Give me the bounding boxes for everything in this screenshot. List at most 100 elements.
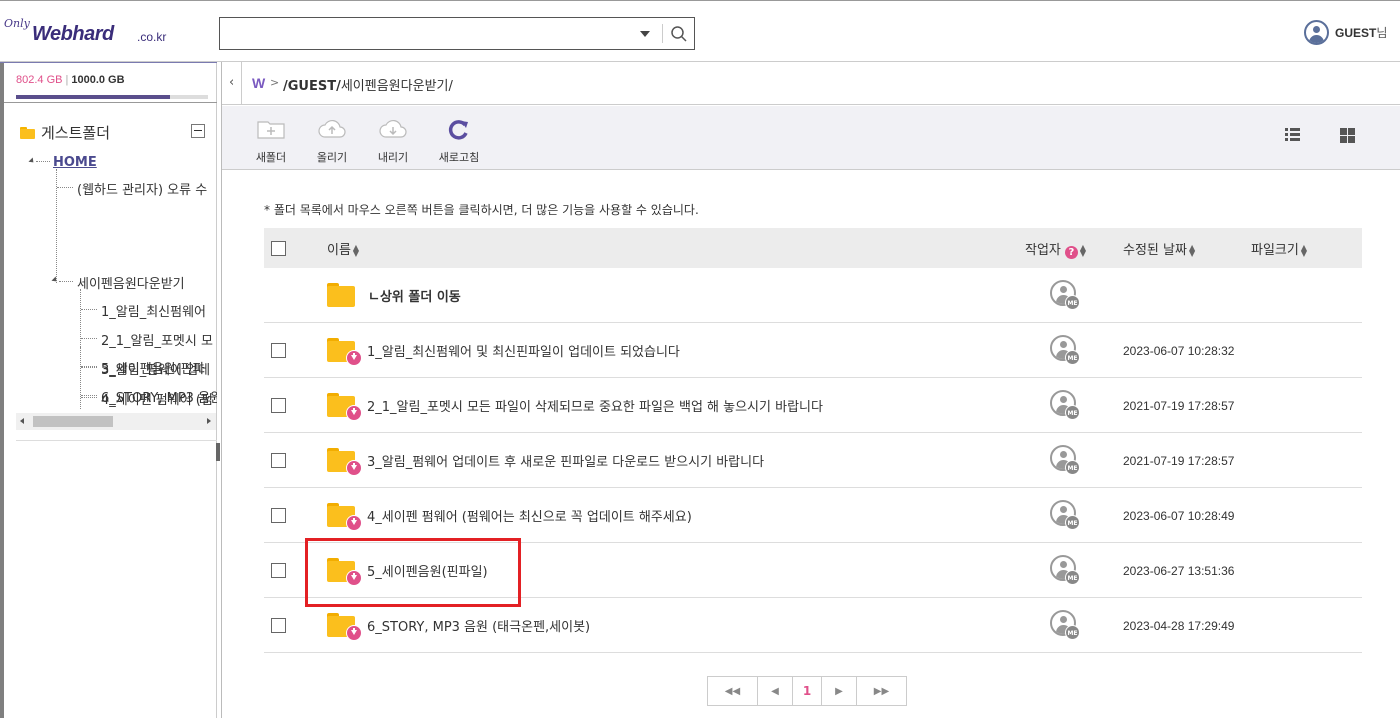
tree-title-label: 게스트폴더: [41, 124, 111, 142]
select-all-checkbox[interactable]: [271, 241, 286, 256]
download-folder-icon: [327, 338, 362, 366]
folder-name[interactable]: 6_STORY, MP3 음원 (태극온펜,세이봇): [367, 616, 590, 635]
search-dropdown-icon[interactable]: [640, 31, 650, 37]
row-checkbox[interactable]: [271, 618, 286, 633]
left-edge: [0, 62, 4, 718]
last-page-button[interactable]: ▶▶: [856, 676, 907, 706]
webhard-logo[interactable]: Only Webhard .co.kr: [4, 15, 174, 49]
quota-divider: [0, 102, 217, 103]
download-folder-icon: [327, 613, 362, 641]
folder-icon: [20, 126, 35, 139]
tree-hscrollbar[interactable]: [16, 413, 216, 430]
scroll-left-icon[interactable]: [20, 418, 24, 424]
quota-bar-fill: [16, 95, 170, 99]
webhard-w-icon: W: [252, 75, 266, 91]
col-name[interactable]: 이름 ▲ ▼: [327, 239, 359, 258]
collapse-tree-button[interactable]: [191, 124, 205, 138]
row-checkbox[interactable]: [271, 563, 286, 578]
folder-icon: [327, 283, 355, 307]
user-avatar-icon: [1304, 19, 1329, 45]
folder-name[interactable]: 1_알림_최신펌웨어 및 최신핀파일이 업데이트 되었습니다: [367, 341, 680, 360]
sidebar-divider: [16, 440, 217, 441]
col-modified[interactable]: 수정된 날짜 ▲ ▼: [1123, 239, 1195, 258]
new-folder-button[interactable]: 새폴더: [241, 118, 301, 165]
table-row[interactable]: 1_알림_최신펌웨어 및 최신핀파일이 업데이트 되었습니다 ME 2023-06-…: [264, 323, 1362, 378]
tree-item-6[interactable]: 6_STORY, MP3 음원: [101, 387, 217, 406]
pane-splitter[interactable]: [216, 443, 220, 461]
owner-me-icon: ME: [1050, 610, 1080, 640]
folder-name[interactable]: 3_알림_펌웨어 업데이트 후 새로운 핀파일로 다운로드 받으시기 바랍니다: [367, 451, 764, 470]
list-view-icon[interactable]: [1285, 128, 1300, 141]
quota-used: 802.4 GB: [16, 74, 63, 86]
folder-name[interactable]: 4_세이펜 펌웨어 (펌웨어는 최신으로 꼭 업데이트 해주세요): [367, 506, 692, 525]
user-menu[interactable]: GUEST님: [1304, 19, 1387, 45]
quota-bar: [16, 95, 208, 99]
row-checkbox[interactable]: [271, 508, 286, 523]
search-box[interactable]: [219, 17, 695, 50]
owner-me-icon: ME: [1050, 445, 1080, 475]
col-size[interactable]: 파일크기 ▲ ▼: [1251, 239, 1307, 258]
scroll-right-icon[interactable]: [207, 418, 211, 424]
breadcrumb-separator: >: [270, 76, 280, 89]
chevron-left-icon: ‹: [229, 75, 235, 90]
highlight-box: [305, 538, 521, 607]
owner-me-icon: ME: [1050, 555, 1080, 585]
row-checkbox[interactable]: [271, 343, 286, 358]
new-folder-icon: [257, 121, 285, 139]
col-owner[interactable]: 작업자? ▲ ▼: [1025, 239, 1086, 259]
page-1-button[interactable]: 1: [792, 676, 822, 706]
grid-view-icon[interactable]: [1340, 128, 1355, 143]
sort-icon: ▲ ▼: [1079, 242, 1087, 258]
modified-date: 2023-06-07 10:28:49: [1123, 509, 1235, 523]
download-folder-icon: [327, 393, 362, 421]
search-icon[interactable]: [670, 25, 688, 43]
owner-me-icon: ME: [1050, 390, 1080, 420]
search-divider: [662, 24, 663, 43]
quota-total: 1000.0 GB: [71, 74, 125, 86]
table-row[interactable]: 3_알림_펌웨어 업데이트 후 새로운 핀파일로 다운로드 받으시기 바랍니다 M…: [264, 433, 1362, 488]
sidebar-top-border: [0, 62, 217, 63]
toolbar: 새폴더 올리기 내리기 새로고침: [222, 106, 1400, 170]
download-button[interactable]: 내리기: [363, 118, 423, 165]
modified-date: 2023-04-28 17:29:49: [1123, 619, 1235, 633]
first-page-button[interactable]: ◀◀: [707, 676, 758, 706]
sort-icon: ▲ ▼: [352, 242, 360, 258]
tree-title[interactable]: 게스트폴더: [20, 122, 110, 143]
pagination: ◀◀ ◀ 1 ▶ ▶▶: [707, 676, 907, 706]
download-cloud-icon: [379, 119, 407, 138]
parent-folder-row[interactable]: ㄴ상위 폴더 이동 ME: [264, 268, 1362, 323]
refresh-button[interactable]: 새로고침: [429, 118, 489, 165]
breadcrumb: ‹ W > /GUEST/세이펜음원다운받기/: [222, 62, 1400, 105]
modified-date: 2021-07-19 17:28:57: [1123, 454, 1235, 468]
next-page-button[interactable]: ▶: [821, 676, 857, 706]
table-row[interactable]: 2_1_알림_포멧시 모든 파일이 삭제되므로 중요한 파일은 백업 해 놓으시…: [264, 378, 1362, 433]
storage-quota: 802.4 GB | 1000.0 GB: [16, 74, 125, 86]
modified-date: 2023-06-27 13:51:36: [1123, 564, 1235, 578]
search-input[interactable]: [224, 22, 634, 45]
refresh-label: 새로고침: [438, 151, 480, 164]
sort-icon: ▲ ▼: [1188, 242, 1196, 258]
row-checkbox[interactable]: [271, 398, 286, 413]
table-header: 이름 ▲ ▼ 작업자? ▲ ▼ 수정된 날짜 ▲ ▼ 파일크기 ▲ ▼: [264, 228, 1362, 268]
help-icon[interactable]: ?: [1064, 246, 1078, 259]
scroll-thumb[interactable]: [33, 416, 113, 427]
sidebar-toggle-button[interactable]: ‹: [222, 62, 242, 105]
logo-prefix: Only: [4, 17, 30, 30]
row-checkbox[interactable]: [271, 453, 286, 468]
logo-name: Webhard: [32, 23, 114, 45]
upload-label: 올리기: [316, 151, 348, 164]
parent-folder-label[interactable]: ㄴ상위 폴더 이동: [368, 286, 461, 305]
new-folder-label: 새폴더: [255, 151, 287, 164]
owner-me-icon: ME: [1050, 280, 1080, 310]
table-row[interactable]: 4_세이펜 펌웨어 (펌웨어는 최신으로 꼭 업데이트 해주세요) ME 2023-…: [264, 488, 1362, 543]
top-header: Only Webhard .co.kr GUEST님: [0, 0, 1400, 62]
tree-item-5[interactable]: 5_세이펜음원(핀파: [101, 358, 205, 377]
upload-button[interactable]: 올리기: [302, 118, 362, 165]
sort-icon: ▲ ▼: [1300, 242, 1307, 258]
file-pane: ‹ W > /GUEST/세이펜음원다운받기/ 새폴더 올리기 내리기 새로고침…: [221, 62, 1400, 718]
prev-page-button[interactable]: ◀: [757, 676, 793, 706]
modified-date: 2023-06-07 10:28:32: [1123, 344, 1235, 358]
download-folder-icon: [327, 448, 362, 476]
folder-name[interactable]: 2_1_알림_포멧시 모든 파일이 삭제되므로 중요한 파일은 백업 해 놓으시…: [367, 396, 823, 415]
breadcrumb-path: /GUEST/세이펜음원다운받기/: [283, 79, 453, 94]
